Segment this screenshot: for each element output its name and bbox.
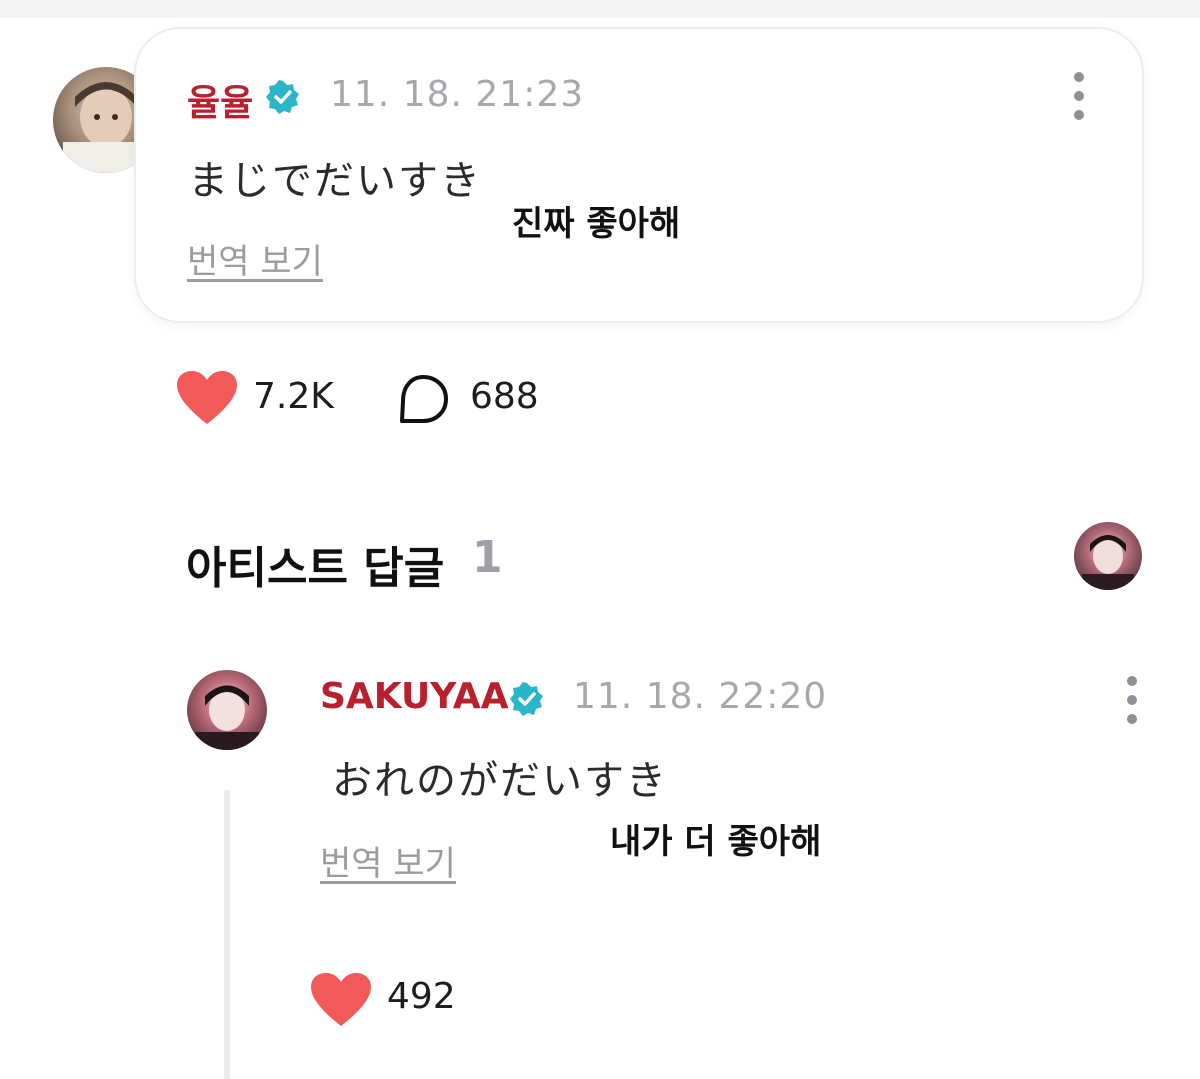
like-heart-icon[interactable] — [176, 370, 238, 426]
reply-like-count: 492 — [387, 976, 456, 1017]
avatar-photo — [1082, 535, 1134, 590]
artist-mini-avatar[interactable] — [1074, 522, 1142, 590]
reply-author-name[interactable]: SAKUYAA — [320, 676, 509, 717]
comment-bubble-icon[interactable] — [396, 373, 450, 427]
more-vertical-icon[interactable] — [1069, 72, 1089, 120]
reply-thread-line — [224, 790, 230, 1079]
post-translation-overlay: 진짜 좋아해 — [512, 204, 681, 244]
reply-translation-overlay: 내가 더 좋아해 — [610, 822, 822, 862]
verified-badge-icon — [510, 682, 543, 716]
reply-timestamp: 11. 18. 22:20 — [573, 676, 828, 717]
reply-translate-link[interactable]: 번역 보기 — [320, 836, 456, 885]
post-author-name[interactable]: 율율 — [187, 74, 253, 126]
post-timestamp: 11. 18. 21:23 — [330, 74, 585, 115]
reply-like-heart-icon[interactable] — [310, 972, 372, 1028]
post-comment-count: 688 — [470, 376, 539, 417]
top-status-strip — [0, 0, 1200, 18]
post-translate-link[interactable]: 번역 보기 — [187, 234, 323, 283]
reply-body-text: おれのがだいすき — [332, 758, 668, 804]
post-like-count: 7.2K — [253, 376, 334, 417]
avatar-photo — [195, 685, 259, 750]
post-body-text: まじでだいすき — [188, 158, 482, 204]
artist-replies-title: 아티스트 답글 — [186, 543, 445, 594]
artist-replies-count: 1 — [472, 532, 503, 583]
reply-author-avatar[interactable] — [187, 670, 267, 750]
more-vertical-icon[interactable] — [1122, 676, 1142, 724]
verified-badge-icon — [266, 80, 299, 114]
